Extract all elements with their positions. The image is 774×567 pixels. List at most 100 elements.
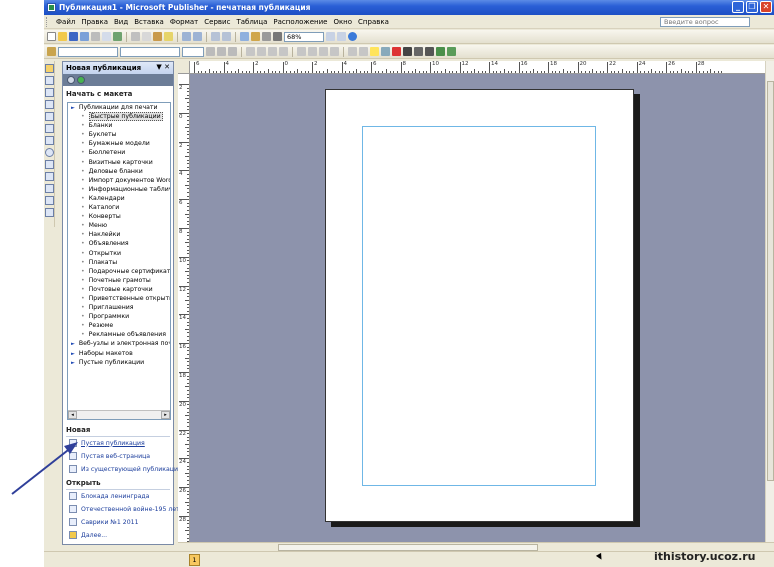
back-icon[interactable]: [67, 76, 75, 84]
align-center-icon[interactable]: [257, 47, 266, 56]
tree-item[interactable]: • Плакаты: [68, 258, 170, 267]
font-color-icon[interactable]: [392, 47, 401, 56]
publication-page[interactable]: [325, 89, 634, 522]
maximize-button[interactable]: ❐: [746, 1, 758, 13]
arrow-style-icon[interactable]: [425, 47, 434, 56]
tree-item[interactable]: • Импорт документов Word: [68, 176, 170, 185]
font-select[interactable]: [120, 46, 180, 57]
tree-item[interactable]: • Приглашения: [68, 303, 170, 312]
design-gallery-object-icon[interactable]: [45, 208, 54, 217]
oval-icon[interactable]: [45, 148, 54, 157]
save-icon[interactable]: [69, 32, 78, 41]
recent-file-link[interactable]: Саврики №1 2011: [69, 517, 139, 527]
tree-item[interactable]: • Открытки: [68, 249, 170, 258]
undo-icon[interactable]: [182, 32, 191, 41]
columns-icon[interactable]: [262, 32, 271, 41]
align-left-icon[interactable]: [246, 47, 255, 56]
insert-hyperlink-icon[interactable]: [240, 32, 249, 41]
menu-view[interactable]: Вид: [111, 18, 131, 26]
tree-item[interactable]: • Объявления: [68, 239, 170, 248]
tree-item[interactable]: • Почтовые карточки: [68, 285, 170, 294]
tree-horizontal-scrollbar[interactable]: ◂ ▸: [68, 410, 170, 419]
tree-item[interactable]: • Календари: [68, 194, 170, 203]
help-search-input[interactable]: Введите вопрос: [660, 17, 750, 27]
tree-category[interactable]: ► Веб-узлы и электронная почта: [68, 339, 170, 348]
tree-item[interactable]: • Буклеты: [68, 130, 170, 139]
recent-file-link[interactable]: Блокада ленинграда: [69, 491, 149, 501]
tree-item[interactable]: • Быстрые публикации: [68, 112, 170, 122]
autoshapes-icon[interactable]: [45, 172, 54, 181]
line-color-icon[interactable]: [381, 47, 390, 56]
justify-icon[interactable]: [279, 47, 288, 56]
bullets-icon[interactable]: [308, 47, 317, 56]
help-icon[interactable]: [348, 32, 357, 41]
format-painter-icon[interactable]: [164, 32, 173, 41]
increase-font-size-icon[interactable]: [359, 47, 368, 56]
vertical-scroll-thumb[interactable]: [767, 81, 774, 481]
menu-file[interactable]: Файл: [53, 18, 78, 26]
print-icon[interactable]: [91, 32, 100, 41]
italic-icon[interactable]: [217, 47, 226, 56]
menu-table[interactable]: Таблица: [233, 18, 270, 26]
underline-icon[interactable]: [228, 47, 237, 56]
tree-item[interactable]: • Наклейки: [68, 230, 170, 239]
menu-insert[interactable]: Вставка: [131, 18, 167, 26]
zoom-in-icon[interactable]: [337, 32, 346, 41]
tree-item[interactable]: • Конверты: [68, 212, 170, 221]
tree-item[interactable]: • Приветственные открытки: [68, 294, 170, 303]
tree-item[interactable]: • Деловые бланки: [68, 167, 170, 176]
more-files-link[interactable]: Далее...: [69, 530, 107, 540]
wordart-icon[interactable]: [45, 100, 54, 109]
tree-item[interactable]: • Меню: [68, 221, 170, 230]
tree-item[interactable]: •Информационные таблички: [68, 185, 170, 194]
recent-file-link[interactable]: Отечественной войне-195 лет: [69, 504, 180, 514]
form-control-icon[interactable]: [45, 196, 54, 205]
redo-icon[interactable]: [193, 32, 202, 41]
bold-icon[interactable]: [206, 47, 215, 56]
close-button[interactable]: ✕: [760, 1, 772, 13]
bring-to-front-icon[interactable]: [211, 32, 220, 41]
special-characters-icon[interactable]: [273, 32, 282, 41]
tree-item[interactable]: • Визитные карточки: [68, 158, 170, 167]
copy-icon[interactable]: [142, 32, 151, 41]
3d-style-icon[interactable]: [447, 47, 456, 56]
numbering-icon[interactable]: [297, 47, 306, 56]
page-navigator-tab[interactable]: 1: [189, 554, 200, 566]
print-preview-icon[interactable]: [102, 32, 111, 41]
select-objects-icon[interactable]: [45, 64, 54, 73]
from-existing-link[interactable]: Из существующей публикации...: [69, 464, 188, 474]
text-box-icon[interactable]: [45, 76, 54, 85]
blank-publication-link[interactable]: Пустая публикация: [69, 438, 145, 448]
menu-edit[interactable]: Правка: [78, 18, 111, 26]
tree-category[interactable]: ► Пустые публикации: [68, 358, 170, 367]
tree-item[interactable]: • Рекламные объявления: [68, 330, 170, 339]
horizontal-ruler[interactable]: 6 4 2 0 2 4 6 8 10 12 14 16 18 20 22 24 26 28: [190, 61, 774, 74]
decrease-font-size-icon[interactable]: [348, 47, 357, 56]
minimize-button[interactable]: _: [732, 1, 744, 13]
increase-indent-icon[interactable]: [330, 47, 339, 56]
paste-icon[interactable]: [153, 32, 162, 41]
blank-web-page-link[interactable]: Пустая веб-страница: [69, 451, 150, 461]
cut-icon[interactable]: [131, 32, 140, 41]
menu-help[interactable]: Справка: [355, 18, 392, 26]
vertical-ruler[interactable]: 2024681012141618202224262830: [178, 74, 190, 542]
task-pane-controls[interactable]: ▼ ✕: [156, 63, 170, 71]
tree-item[interactable]: • Резюме: [68, 321, 170, 330]
scroll-right-icon[interactable]: ▸: [161, 411, 170, 419]
menu-window[interactable]: Окно: [330, 18, 355, 26]
tree-item[interactable]: • Подарочные сертификаты: [68, 267, 170, 276]
menubar-grip-icon[interactable]: [46, 16, 49, 27]
fill-color-icon[interactable]: [370, 47, 379, 56]
forward-icon[interactable]: [77, 76, 85, 84]
scroll-left-icon[interactable]: ◂: [68, 411, 77, 419]
tree-item[interactable]: • Бланки: [68, 121, 170, 130]
zoom-out-icon[interactable]: [326, 32, 335, 41]
new-document-icon[interactable]: [47, 32, 56, 41]
tree-item[interactable]: • Почетные грамоты: [68, 276, 170, 285]
font-size-select[interactable]: [182, 46, 204, 57]
menu-arrange[interactable]: Расположение: [270, 18, 330, 26]
styles-icon[interactable]: [47, 47, 56, 56]
decrease-indent-icon[interactable]: [319, 47, 328, 56]
line-style-icon[interactable]: [403, 47, 412, 56]
open-folder-icon[interactable]: [58, 32, 67, 41]
